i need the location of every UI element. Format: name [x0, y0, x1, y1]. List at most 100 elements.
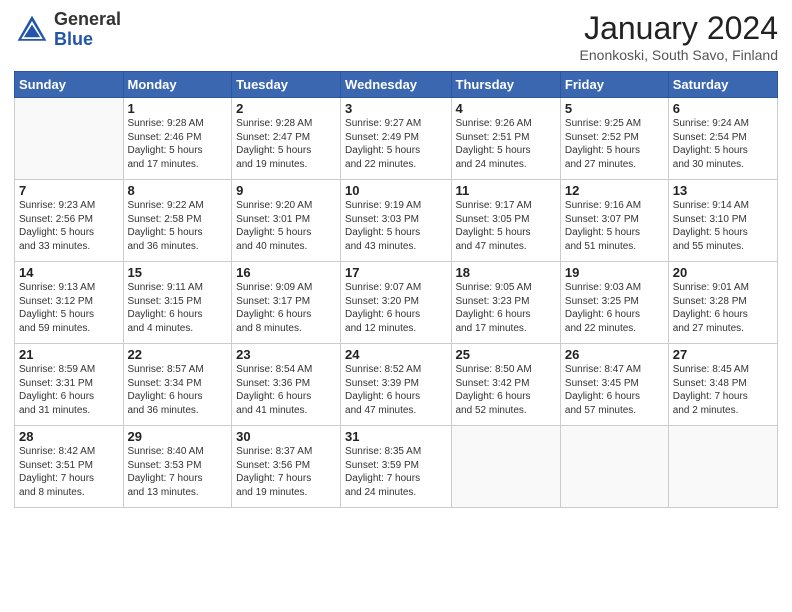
week-row-1: 1Sunrise: 9:28 AM Sunset: 2:46 PM Daylig… [15, 98, 778, 180]
calendar-cell: 15Sunrise: 9:11 AM Sunset: 3:15 PM Dayli… [123, 262, 232, 344]
calendar-cell: 14Sunrise: 9:13 AM Sunset: 3:12 PM Dayli… [15, 262, 124, 344]
day-number: 3 [345, 101, 446, 116]
day-info: Sunrise: 8:40 AM Sunset: 3:53 PM Dayligh… [128, 445, 228, 499]
day-number: 2 [236, 101, 336, 116]
calendar-cell: 10Sunrise: 9:19 AM Sunset: 3:03 PM Dayli… [341, 180, 451, 262]
day-number: 25 [456, 347, 556, 362]
day-number: 23 [236, 347, 336, 362]
day-number: 15 [128, 265, 228, 280]
weekday-header-tuesday: Tuesday [232, 72, 341, 98]
calendar-cell [15, 98, 124, 180]
day-info: Sunrise: 9:05 AM Sunset: 3:23 PM Dayligh… [456, 281, 556, 335]
day-info: Sunrise: 8:35 AM Sunset: 3:59 PM Dayligh… [345, 445, 446, 499]
calendar-cell: 5Sunrise: 9:25 AM Sunset: 2:52 PM Daylig… [560, 98, 668, 180]
day-number: 9 [236, 183, 336, 198]
calendar-cell: 23Sunrise: 8:54 AM Sunset: 3:36 PM Dayli… [232, 344, 341, 426]
day-number: 5 [565, 101, 664, 116]
calendar-cell: 9Sunrise: 9:20 AM Sunset: 3:01 PM Daylig… [232, 180, 341, 262]
weekday-header-thursday: Thursday [451, 72, 560, 98]
calendar-cell: 11Sunrise: 9:17 AM Sunset: 3:05 PM Dayli… [451, 180, 560, 262]
day-number: 1 [128, 101, 228, 116]
logo-blue: Blue [54, 30, 121, 50]
day-number: 26 [565, 347, 664, 362]
calendar-cell: 31Sunrise: 8:35 AM Sunset: 3:59 PM Dayli… [341, 426, 451, 508]
weekday-header-row: SundayMondayTuesdayWednesdayThursdayFrid… [15, 72, 778, 98]
logo-text: General Blue [54, 10, 121, 50]
calendar-cell: 19Sunrise: 9:03 AM Sunset: 3:25 PM Dayli… [560, 262, 668, 344]
calendar-cell: 29Sunrise: 8:40 AM Sunset: 3:53 PM Dayli… [123, 426, 232, 508]
day-number: 21 [19, 347, 119, 362]
calendar-cell [451, 426, 560, 508]
calendar-cell: 8Sunrise: 9:22 AM Sunset: 2:58 PM Daylig… [123, 180, 232, 262]
day-number: 24 [345, 347, 446, 362]
day-info: Sunrise: 9:13 AM Sunset: 3:12 PM Dayligh… [19, 281, 119, 335]
calendar-cell: 18Sunrise: 9:05 AM Sunset: 3:23 PM Dayli… [451, 262, 560, 344]
header: General Blue January 2024 Enonkoski, Sou… [14, 10, 778, 63]
day-info: Sunrise: 9:28 AM Sunset: 2:46 PM Dayligh… [128, 117, 228, 171]
week-row-2: 7Sunrise: 9:23 AM Sunset: 2:56 PM Daylig… [15, 180, 778, 262]
calendar-cell: 4Sunrise: 9:26 AM Sunset: 2:51 PM Daylig… [451, 98, 560, 180]
calendar-table: SundayMondayTuesdayWednesdayThursdayFrid… [14, 71, 778, 508]
day-info: Sunrise: 9:17 AM Sunset: 3:05 PM Dayligh… [456, 199, 556, 253]
day-number: 6 [673, 101, 773, 116]
day-info: Sunrise: 9:25 AM Sunset: 2:52 PM Dayligh… [565, 117, 664, 171]
weekday-header-wednesday: Wednesday [341, 72, 451, 98]
day-number: 30 [236, 429, 336, 444]
day-info: Sunrise: 8:57 AM Sunset: 3:34 PM Dayligh… [128, 363, 228, 417]
day-number: 8 [128, 183, 228, 198]
day-number: 19 [565, 265, 664, 280]
day-info: Sunrise: 9:19 AM Sunset: 3:03 PM Dayligh… [345, 199, 446, 253]
month-title: January 2024 [580, 10, 778, 47]
day-info: Sunrise: 8:42 AM Sunset: 3:51 PM Dayligh… [19, 445, 119, 499]
calendar-cell: 3Sunrise: 9:27 AM Sunset: 2:49 PM Daylig… [341, 98, 451, 180]
day-info: Sunrise: 8:52 AM Sunset: 3:39 PM Dayligh… [345, 363, 446, 417]
day-info: Sunrise: 9:16 AM Sunset: 3:07 PM Dayligh… [565, 199, 664, 253]
day-number: 4 [456, 101, 556, 116]
day-number: 17 [345, 265, 446, 280]
calendar-cell: 27Sunrise: 8:45 AM Sunset: 3:48 PM Dayli… [668, 344, 777, 426]
day-number: 16 [236, 265, 336, 280]
day-number: 10 [345, 183, 446, 198]
day-info: Sunrise: 9:26 AM Sunset: 2:51 PM Dayligh… [456, 117, 556, 171]
calendar-cell: 21Sunrise: 8:59 AM Sunset: 3:31 PM Dayli… [15, 344, 124, 426]
calendar-cell [560, 426, 668, 508]
day-number: 22 [128, 347, 228, 362]
day-info: Sunrise: 9:20 AM Sunset: 3:01 PM Dayligh… [236, 199, 336, 253]
calendar-cell: 28Sunrise: 8:42 AM Sunset: 3:51 PM Dayli… [15, 426, 124, 508]
calendar-cell: 20Sunrise: 9:01 AM Sunset: 3:28 PM Dayli… [668, 262, 777, 344]
day-number: 18 [456, 265, 556, 280]
day-info: Sunrise: 9:11 AM Sunset: 3:15 PM Dayligh… [128, 281, 228, 335]
day-info: Sunrise: 9:23 AM Sunset: 2:56 PM Dayligh… [19, 199, 119, 253]
calendar-cell: 24Sunrise: 8:52 AM Sunset: 3:39 PM Dayli… [341, 344, 451, 426]
day-number: 20 [673, 265, 773, 280]
location: Enonkoski, South Savo, Finland [580, 47, 778, 63]
day-info: Sunrise: 8:59 AM Sunset: 3:31 PM Dayligh… [19, 363, 119, 417]
day-info: Sunrise: 8:50 AM Sunset: 3:42 PM Dayligh… [456, 363, 556, 417]
day-number: 12 [565, 183, 664, 198]
calendar-cell: 30Sunrise: 8:37 AM Sunset: 3:56 PM Dayli… [232, 426, 341, 508]
weekday-header-monday: Monday [123, 72, 232, 98]
weekday-header-friday: Friday [560, 72, 668, 98]
day-info: Sunrise: 9:14 AM Sunset: 3:10 PM Dayligh… [673, 199, 773, 253]
calendar-cell: 2Sunrise: 9:28 AM Sunset: 2:47 PM Daylig… [232, 98, 341, 180]
day-number: 31 [345, 429, 446, 444]
day-number: 29 [128, 429, 228, 444]
calendar-cell: 26Sunrise: 8:47 AM Sunset: 3:45 PM Dayli… [560, 344, 668, 426]
logo: General Blue [14, 10, 121, 50]
day-number: 7 [19, 183, 119, 198]
day-number: 14 [19, 265, 119, 280]
day-info: Sunrise: 8:45 AM Sunset: 3:48 PM Dayligh… [673, 363, 773, 417]
day-info: Sunrise: 9:09 AM Sunset: 3:17 PM Dayligh… [236, 281, 336, 335]
calendar-cell: 7Sunrise: 9:23 AM Sunset: 2:56 PM Daylig… [15, 180, 124, 262]
day-info: Sunrise: 8:37 AM Sunset: 3:56 PM Dayligh… [236, 445, 336, 499]
calendar-cell: 22Sunrise: 8:57 AM Sunset: 3:34 PM Dayli… [123, 344, 232, 426]
calendar-cell [668, 426, 777, 508]
day-number: 11 [456, 183, 556, 198]
title-section: January 2024 Enonkoski, South Savo, Finl… [580, 10, 778, 63]
day-info: Sunrise: 9:24 AM Sunset: 2:54 PM Dayligh… [673, 117, 773, 171]
calendar-cell: 13Sunrise: 9:14 AM Sunset: 3:10 PM Dayli… [668, 180, 777, 262]
day-info: Sunrise: 9:28 AM Sunset: 2:47 PM Dayligh… [236, 117, 336, 171]
weekday-header-saturday: Saturday [668, 72, 777, 98]
calendar-cell: 12Sunrise: 9:16 AM Sunset: 3:07 PM Dayli… [560, 180, 668, 262]
calendar-cell: 16Sunrise: 9:09 AM Sunset: 3:17 PM Dayli… [232, 262, 341, 344]
